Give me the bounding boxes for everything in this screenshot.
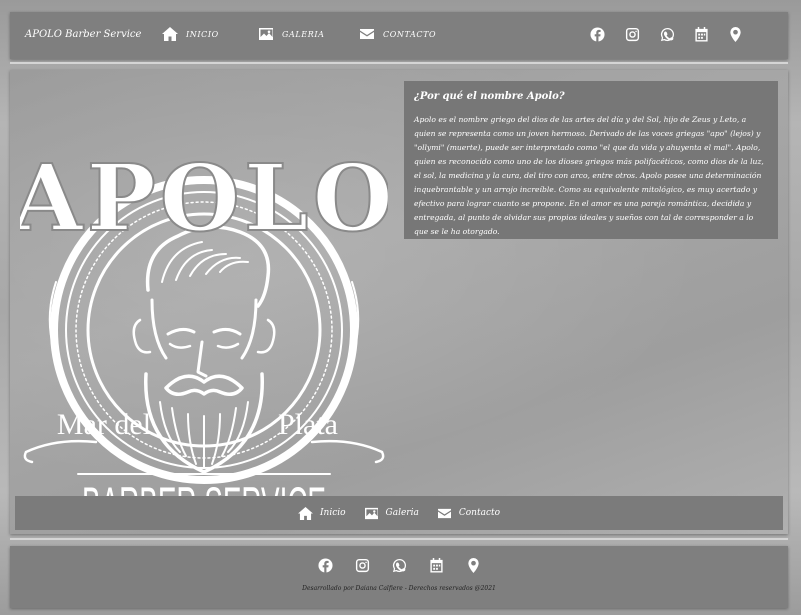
whatsapp-icon[interactable] bbox=[660, 27, 675, 42]
image-icon bbox=[364, 507, 378, 519]
bottom-navbar: Inicio Galeria Contacto bbox=[15, 496, 783, 530]
nav-link-label: CONTACTO bbox=[383, 29, 437, 39]
logo-location-right: Plata bbox=[278, 408, 338, 441]
bottom-nav-inicio[interactable]: Inicio bbox=[298, 506, 346, 520]
home-icon bbox=[298, 506, 313, 520]
nav-link-label: GALERIA bbox=[282, 29, 325, 39]
facebook-icon[interactable] bbox=[317, 558, 333, 573]
main-section: APOLO Mar del Plata BARBER SERVICE ¿Por … bbox=[10, 70, 788, 534]
home-icon bbox=[162, 27, 178, 41]
whatsapp-icon[interactable] bbox=[392, 558, 407, 573]
map-pin-icon[interactable] bbox=[466, 558, 481, 573]
divider bbox=[10, 62, 788, 64]
footer-social-icons bbox=[10, 558, 788, 573]
instagram-icon[interactable] bbox=[355, 558, 370, 573]
instagram-icon[interactable] bbox=[625, 27, 640, 42]
copyright-text: Desarrollado por Daiana Calfiere - Derec… bbox=[302, 585, 496, 592]
facebook-icon[interactable] bbox=[590, 27, 605, 42]
nav-link-label: INICIO bbox=[186, 29, 219, 39]
top-navbar: APOLO Barber Service INICIO GALERIA CONT… bbox=[10, 12, 788, 59]
bottom-nav-label: Galeria bbox=[385, 508, 419, 518]
bottom-nav-label: Contacto bbox=[458, 508, 501, 518]
calendar-icon[interactable] bbox=[429, 558, 444, 573]
logo-top-word: APOLO bbox=[20, 144, 388, 252]
bottom-nav-contacto[interactable]: Contacto bbox=[437, 507, 500, 520]
about-title: ¿Por qué el nombre Apolo? bbox=[414, 91, 565, 102]
bottom-nav-label: Inicio bbox=[319, 508, 346, 518]
map-pin-icon[interactable] bbox=[728, 27, 743, 42]
about-body: Apolo es el nombre griego del dios de la… bbox=[414, 115, 764, 236]
envelope-icon bbox=[437, 508, 451, 518]
calendar-icon[interactable] bbox=[694, 27, 709, 42]
bottom-nav-galeria[interactable]: Galeria bbox=[364, 507, 419, 520]
logo-location-left: Mar del bbox=[57, 408, 151, 441]
footer: Desarrollado por Daiana Calfiere - Derec… bbox=[10, 546, 788, 608]
apolo-logo: APOLO Mar del Plata BARBER SERVICE bbox=[20, 143, 388, 533]
nav-link-inicio[interactable]: INICIO bbox=[162, 27, 219, 41]
image-icon bbox=[259, 28, 273, 40]
nav-link-galeria[interactable]: GALERIA bbox=[258, 27, 324, 41]
brand-name[interactable]: APOLO Barber Service bbox=[25, 29, 141, 40]
about-panel: ¿Por qué el nombre Apolo? Apolo es el no… bbox=[404, 81, 778, 239]
divider bbox=[10, 538, 788, 540]
envelope-icon bbox=[360, 29, 374, 39]
nav-link-contacto[interactable]: CONTACTO bbox=[359, 27, 436, 41]
